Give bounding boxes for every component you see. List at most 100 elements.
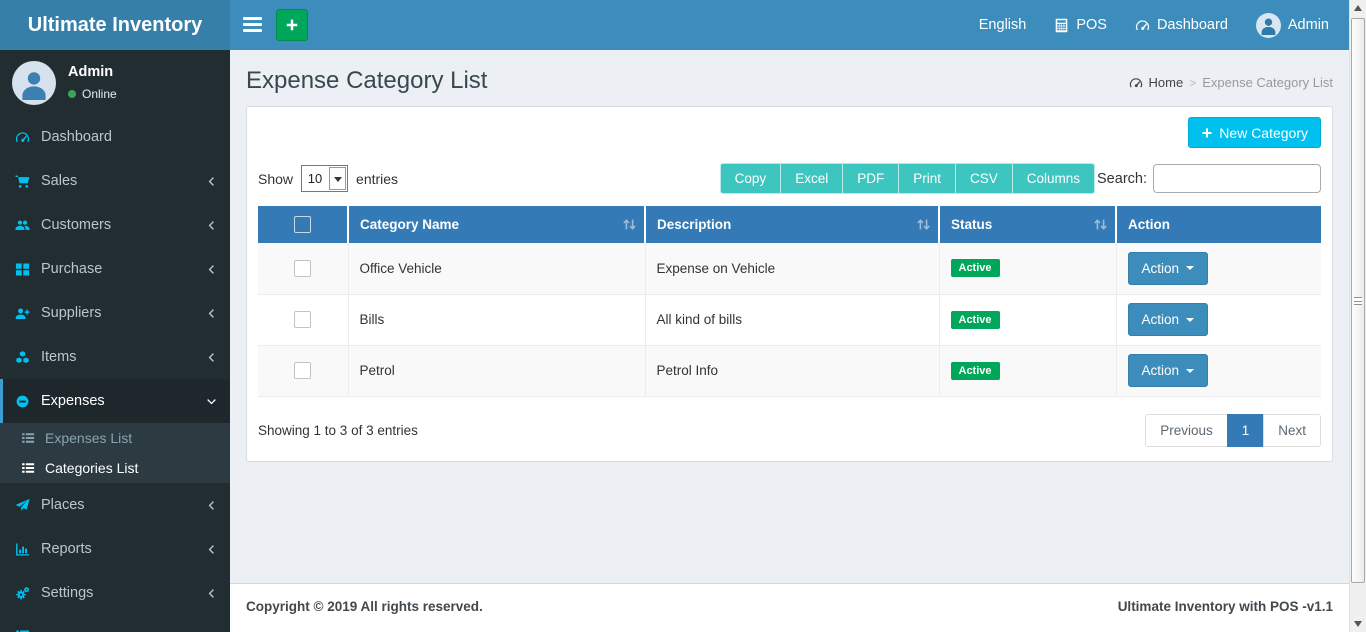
plus-icon: [285, 18, 299, 32]
sort-icon: [916, 217, 931, 232]
chevron-down-icon: [206, 396, 217, 407]
row-checkbox[interactable]: [294, 260, 311, 277]
avatar: [12, 61, 56, 105]
page-length-select[interactable]: 10: [301, 165, 348, 192]
person-icon: [1259, 15, 1278, 36]
pagination-page-1[interactable]: 1: [1227, 414, 1265, 447]
sidebar-item-expenses[interactable]: Expenses: [0, 379, 230, 423]
dashboard-icon: [15, 130, 30, 145]
sidebar-user-name: Admin: [68, 64, 117, 80]
scrollbar-down-arrow[interactable]: [1350, 615, 1366, 632]
brand-logo[interactable]: Ultimate Inventory: [0, 0, 230, 50]
sidebar-item-purchase[interactable]: Purchase: [0, 247, 230, 291]
cell-description: Expense on Vehicle: [645, 243, 939, 294]
list-icon: [21, 431, 35, 445]
breadcrumb-current: Expense Category List: [1202, 75, 1333, 90]
online-dot-icon: [68, 90, 76, 98]
bar-chart-icon: [15, 542, 30, 557]
scrollbar-thumb[interactable]: [1351, 18, 1365, 583]
top-navbar: Ultimate Inventory English POS Dashboard…: [0, 0, 1349, 50]
avatar: [1256, 13, 1281, 38]
language-label: English: [979, 17, 1027, 33]
sidebar-item-suppliers[interactable]: Suppliers: [0, 291, 230, 335]
select-all-checkbox[interactable]: [294, 216, 311, 233]
nav-pos[interactable]: POS: [1040, 0, 1121, 50]
header-status[interactable]: Status: [939, 206, 1116, 243]
new-category-button[interactable]: New Category: [1188, 117, 1321, 148]
nav-user-menu[interactable]: Admin: [1242, 0, 1343, 50]
footer: Ultimate Inventory with POS -v1.1 Copyri…: [230, 583, 1349, 632]
sidebar-item-customers[interactable]: Customers: [0, 203, 230, 247]
sidebar-toggle-button[interactable]: [243, 17, 262, 33]
search-label: Search:: [1097, 171, 1147, 187]
user-label: Admin: [1288, 17, 1329, 33]
quick-add-button[interactable]: [276, 9, 308, 41]
chevron-left-icon: [206, 308, 217, 319]
dashboard-icon: [1135, 18, 1150, 33]
select-all-header[interactable]: [258, 206, 348, 243]
scrollbar-up-arrow[interactable]: [1350, 0, 1366, 17]
grid-icon: [15, 262, 30, 277]
expenses-submenu: Expenses List Categories List: [0, 423, 230, 483]
row-action-button[interactable]: Action: [1128, 252, 1209, 285]
page-length-value: 10: [302, 166, 328, 191]
sidebar-item-dashboard[interactable]: Dashboard: [0, 115, 230, 159]
breadcrumb-home-link[interactable]: Home: [1149, 75, 1184, 90]
sidebar-item-settings[interactable]: Settings: [0, 571, 230, 615]
header-description[interactable]: Description: [645, 206, 939, 243]
sidebar-menu: Dashboard Sales Customers Purchase Suppl…: [0, 115, 230, 632]
excel-button[interactable]: Excel: [781, 163, 843, 194]
person-icon: [18, 66, 50, 102]
list-icon: [15, 628, 30, 632]
csv-button[interactable]: CSV: [956, 163, 1013, 194]
cell-category-name: Office Vehicle: [348, 243, 645, 294]
chevron-left-icon: [206, 220, 217, 231]
copy-button[interactable]: Copy: [720, 163, 782, 194]
brand-text: Ultimate Inventory: [28, 14, 202, 36]
pdf-button[interactable]: PDF: [843, 163, 899, 194]
pos-label: POS: [1076, 17, 1107, 33]
pagination-previous[interactable]: Previous: [1145, 414, 1228, 447]
sidebar-item-items[interactable]: Items: [0, 335, 230, 379]
nav-dashboard[interactable]: Dashboard: [1121, 0, 1242, 50]
sidebar-item-expenses-list[interactable]: Expenses List: [0, 423, 230, 453]
pagination-next[interactable]: Next: [1263, 414, 1321, 447]
search-input[interactable]: [1153, 164, 1321, 193]
plus-icon: [1201, 127, 1213, 139]
sidebar-item-partial[interactable]: [0, 615, 230, 632]
calculator-icon: [1054, 18, 1069, 33]
sort-icon: [1093, 217, 1108, 232]
breadcrumb: Home > Expense Category List: [1129, 75, 1334, 90]
page-scrollbar[interactable]: [1349, 0, 1366, 632]
row-action-button[interactable]: Action: [1128, 354, 1209, 387]
row-checkbox[interactable]: [294, 362, 311, 379]
chevron-left-icon: [206, 264, 217, 275]
panel-actions: New Category: [258, 117, 1321, 148]
sidebar-item-places[interactable]: Places: [0, 483, 230, 527]
status-badge: Active: [951, 311, 1000, 329]
minus-circle-icon: [15, 394, 30, 409]
print-button[interactable]: Print: [899, 163, 956, 194]
header-category-name[interactable]: Category Name: [348, 206, 645, 243]
sidebar: Admin Online Dashboard Sales Customers P…: [0, 50, 230, 632]
table-row: Bills All kind of bills Active Action: [258, 294, 1321, 345]
entries-label: entries: [356, 171, 398, 187]
row-checkbox[interactable]: [294, 311, 311, 328]
columns-button[interactable]: Columns: [1013, 163, 1095, 194]
table-header-row: Category Name Description Status Action: [258, 206, 1321, 243]
toolbar-right: Copy Excel PDF Print CSV Columns Search:: [720, 163, 1321, 194]
sidebar-item-reports[interactable]: Reports: [0, 527, 230, 571]
cart-icon: [15, 174, 30, 189]
table-toolbar: Show 10 entries Copy Excel PDF Print CSV…: [258, 163, 1321, 194]
status-badge: Active: [951, 362, 1000, 380]
navbar-right-menu: English POS Dashboard Admin: [965, 0, 1343, 50]
nav-language[interactable]: English: [965, 0, 1041, 50]
row-action-button[interactable]: Action: [1128, 303, 1209, 336]
page-length-control: Show 10 entries: [258, 165, 398, 192]
chevron-left-icon: [206, 176, 217, 187]
sidebar-item-sales[interactable]: Sales: [0, 159, 230, 203]
cell-category-name: Bills: [348, 294, 645, 345]
sidebar-item-categories-list[interactable]: Categories List: [0, 453, 230, 483]
table-row: Office Vehicle Expense on Vehicle Active…: [258, 243, 1321, 294]
sort-icon: [622, 217, 637, 232]
